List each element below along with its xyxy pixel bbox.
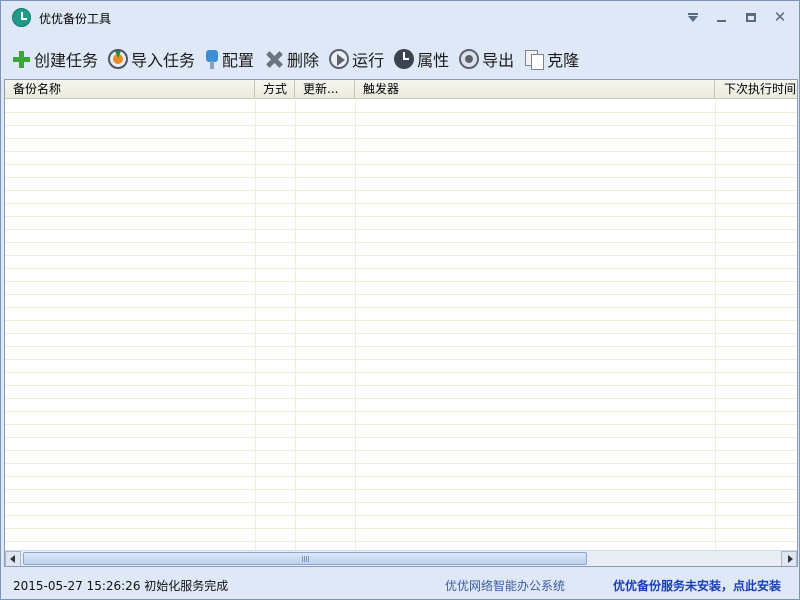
column-divider (255, 100, 256, 550)
clone-label: 克隆 (547, 51, 580, 70)
properties-button[interactable]: 属性 (390, 46, 453, 72)
scroll-right-arrow-icon[interactable] (781, 551, 797, 566)
delete-label: 删除 (287, 51, 320, 70)
export-icon (459, 49, 480, 69)
create-task-button[interactable]: 创建任务 (7, 46, 102, 72)
close-button[interactable]: ✕ (768, 7, 792, 27)
export-button[interactable]: 导出 (455, 46, 518, 72)
run-button[interactable]: 运行 (325, 46, 388, 72)
column-header-next-run-time[interactable]: 下次执行时间 (715, 80, 797, 99)
app-window: 优优备份工具 ✕ 创建任务 导入任务 配置 删除 运行 属性 导出 克隆 备份名… (0, 0, 800, 600)
scroll-left-arrow-icon[interactable] (5, 551, 21, 566)
skin-menu-button[interactable] (681, 7, 705, 27)
scrollbar-thumb[interactable] (23, 552, 587, 565)
install-service-link[interactable]: 优优备份服务未安装，点此安装 (613, 577, 781, 594)
status-bar: 2015-05-27 15:26:26 初始化服务完成 优优网络智能办公系统 优… (1, 569, 799, 599)
import-task-label: 导入任务 (131, 51, 196, 70)
create-task-label: 创建任务 (34, 51, 99, 70)
import-task-button[interactable]: 导入任务 (104, 46, 199, 72)
properties-icon (394, 49, 415, 69)
config-icon (205, 49, 219, 69)
column-header-backup-name[interactable]: 备份名称 (5, 80, 255, 99)
table-header: 备份名称 方式 更新... 触发器 下次执行时间 (5, 80, 797, 99)
close-icon: ✕ (773, 8, 787, 26)
column-header-method[interactable]: 方式 (255, 80, 295, 99)
clone-icon (524, 49, 545, 70)
config-label: 配置 (222, 51, 255, 70)
column-header-updated[interactable]: 更新... (295, 80, 355, 99)
office-system-link[interactable]: 优优网络智能办公系统 (445, 577, 565, 594)
dropdown-triangle-icon (688, 13, 698, 22)
table-body[interactable] (5, 100, 797, 550)
config-button[interactable]: 配置 (201, 46, 258, 72)
maximize-icon (746, 12, 756, 22)
minimize-icon (716, 20, 726, 22)
column-divider (715, 100, 716, 550)
window-title: 优优备份工具 (39, 12, 112, 26)
clock-app-icon (12, 8, 31, 27)
column-divider (355, 100, 356, 550)
run-icon (329, 49, 350, 69)
scrollbar-grip-icon (302, 556, 310, 562)
run-label: 运行 (352, 51, 385, 70)
export-label: 导出 (482, 51, 515, 70)
task-table[interactable]: 备份名称 方式 更新... 触发器 下次执行时间 (4, 79, 798, 567)
toolbar: 创建任务 导入任务 配置 删除 运行 属性 导出 克隆 (1, 41, 799, 77)
properties-label: 属性 (417, 51, 450, 70)
clone-button[interactable]: 克隆 (520, 46, 583, 72)
status-message: 2015-05-27 15:26:26 初始化服务完成 (13, 579, 229, 593)
import-icon (108, 49, 129, 69)
plus-icon (11, 49, 31, 69)
column-header-trigger[interactable]: 触发器 (355, 80, 715, 99)
delete-button[interactable]: 删除 (260, 46, 323, 72)
title-bar[interactable]: 优优备份工具 ✕ (1, 1, 799, 35)
maximize-button[interactable] (739, 7, 763, 27)
column-divider (295, 100, 296, 550)
delete-icon (264, 49, 284, 69)
horizontal-scrollbar[interactable] (5, 550, 797, 566)
minimize-button[interactable] (709, 7, 733, 27)
